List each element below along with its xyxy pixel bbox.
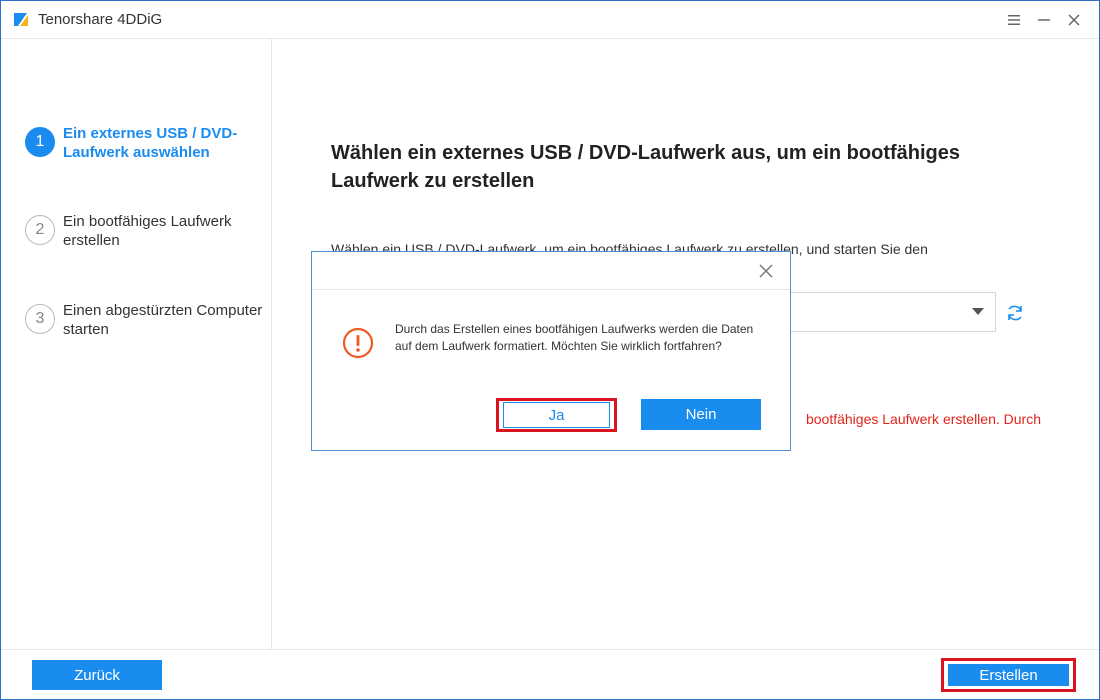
minimize-icon[interactable] bbox=[1031, 7, 1057, 33]
menu-icon[interactable] bbox=[1001, 7, 1027, 33]
refresh-icon[interactable] bbox=[1005, 303, 1025, 323]
title-bar: Tenorshare 4DDiG bbox=[1, 1, 1099, 39]
step-label-2: Ein bootfähiges Laufwerk erstellen bbox=[63, 213, 232, 249]
step-label-1: Ein externes USB / DVD-Laufwerk auswähle… bbox=[63, 125, 238, 161]
yes-button-highlight: Ja bbox=[496, 398, 617, 432]
no-button[interactable]: Nein bbox=[641, 399, 761, 430]
step-number-1: 1 bbox=[25, 127, 55, 157]
close-icon[interactable] bbox=[1061, 7, 1087, 33]
page-title: Wählen ein externes USB / DVD-Laufwerk a… bbox=[331, 142, 961, 192]
step-2: 2 Ein bootfähiges Laufwerk erstellen bbox=[25, 213, 265, 250]
step-number-2: 2 bbox=[25, 215, 55, 245]
create-button[interactable]: Erstellen bbox=[948, 664, 1069, 686]
tenorshare-logo-icon bbox=[14, 13, 28, 26]
app-window: Tenorshare 4DDiG 1 Ein externes USB / DV… bbox=[0, 0, 1100, 700]
step-3: 3 Einen abgestürzten Computer starten bbox=[25, 302, 265, 339]
dialog-header bbox=[312, 252, 790, 290]
create-button-highlight: Erstellen bbox=[941, 658, 1076, 692]
dialog-close-icon[interactable] bbox=[756, 261, 776, 281]
steps-sidebar: 1 Ein externes USB / DVD-Laufwerk auswäh… bbox=[1, 39, 272, 649]
yes-button[interactable]: Ja bbox=[503, 402, 610, 428]
step-number-3: 3 bbox=[25, 304, 55, 334]
step-label-3: Einen abgestürzten Computer starten bbox=[63, 302, 263, 338]
window-controls bbox=[1001, 7, 1087, 33]
step-1: 1 Ein externes USB / DVD-Laufwerk auswäh… bbox=[25, 125, 265, 162]
warning-icon bbox=[342, 327, 374, 359]
dropdown-arrow-icon[interactable] bbox=[961, 293, 995, 331]
dialog-message: Durch das Erstellen eines bootfähigen La… bbox=[395, 322, 754, 353]
app-title: Tenorshare 4DDiG bbox=[38, 11, 163, 28]
back-button[interactable]: Zurück bbox=[32, 660, 162, 690]
confirm-dialog: Durch das Erstellen eines bootfähigen La… bbox=[311, 251, 791, 451]
footer-bar: Zurück Erstellen bbox=[1, 649, 1099, 699]
